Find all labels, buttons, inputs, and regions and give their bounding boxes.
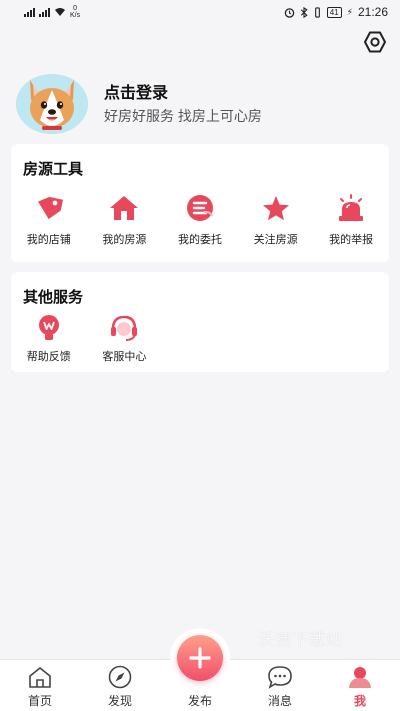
signal-icon [39, 7, 50, 17]
profile-slogan: 好房好服务 找房上可心房 [104, 108, 262, 124]
tool-my-store[interactable]: 我的店铺 [11, 194, 87, 247]
publish-button-wrap [170, 628, 230, 688]
service-label: 帮助反馈 [26, 351, 71, 363]
other-services-grid: 帮助反馈 客服中心 [11, 314, 389, 364]
plus-icon [189, 647, 211, 669]
avatar[interactable] [16, 74, 88, 134]
publish-button[interactable] [177, 635, 223, 681]
profile-header[interactable]: 点击登录 好房好服务 找房上可心房 [16, 72, 386, 136]
status-indicators: 0 K/s [24, 5, 80, 19]
alarm-icon [336, 194, 366, 222]
tag-icon [34, 194, 64, 222]
tool-followed-listings[interactable]: 关注房源 [238, 194, 314, 247]
battery-indicator: 41 [326, 6, 342, 18]
tool-label: 关注房源 [253, 234, 298, 246]
home-icon [27, 665, 53, 689]
settings-button[interactable] [362, 29, 388, 55]
service-help-feedback[interactable]: 帮助反馈 [11, 314, 87, 364]
tool-label: 我的店铺 [26, 234, 71, 246]
headset-icon [109, 314, 139, 342]
house-icon [109, 194, 139, 222]
lightbulb-icon [34, 314, 64, 342]
status-right: 41 ⚡ 21:26 [284, 5, 388, 19]
settings-icon [364, 31, 386, 53]
wifi-icon [55, 8, 65, 16]
tool-my-reports[interactable]: 我的举报 [313, 194, 389, 247]
tab-messages[interactable]: 消息 [240, 660, 320, 711]
network-speed: 0 K/s [70, 5, 80, 19]
tool-label: 我的举报 [329, 234, 374, 246]
bluetooth-icon [300, 6, 308, 18]
tab-me[interactable]: 我 [320, 660, 400, 711]
clock: 21:26 [357, 5, 388, 19]
star-icon [261, 194, 291, 222]
speed-unit: K/s [70, 12, 81, 19]
other-services-title: 其他服务 [23, 289, 84, 306]
signal-icon [24, 7, 35, 17]
service-customer-center[interactable]: 客服中心 [87, 314, 163, 364]
tab-home[interactable]: 首页 [0, 660, 80, 711]
house-tools-title: 房源工具 [23, 161, 84, 178]
tab-label: 发现 [107, 694, 132, 708]
tab-label: 首页 [27, 694, 52, 708]
house-tools-grid: 我的店铺 我的房源 我的委托 关注房源 我的举报 [11, 194, 389, 247]
login-title[interactable]: 点击登录 [104, 83, 262, 105]
service-label: 客服中心 [102, 351, 147, 363]
alarm-clock-icon [284, 7, 295, 18]
tab-label: 发布 [187, 694, 212, 708]
watermark: 沃捷下载站 [258, 632, 344, 649]
tool-label: 我的委托 [177, 234, 222, 246]
vibrate-icon [314, 6, 320, 18]
tool-label: 我的房源 [102, 234, 147, 246]
tab-discover[interactable]: 发现 [80, 660, 160, 711]
profile-text: 点击登录 好房好服务 找房上可心房 [104, 83, 262, 125]
status-bar: 0 K/s 41 ⚡ 21:26 [0, 0, 400, 24]
user-icon [347, 665, 373, 689]
tab-label: 消息 [267, 694, 292, 708]
speed-value: 0 [73, 5, 78, 12]
tab-label: 我 [353, 694, 366, 708]
house-tools-card: 房源工具 我的店铺 我的房源 我的委托 关注房源 我的举报 [11, 144, 389, 262]
tool-my-entrust[interactable]: 我的委托 [162, 194, 238, 247]
other-services-card: 其他服务 帮助反馈 客服中心 [11, 272, 389, 372]
tool-my-listings[interactable]: 我的房源 [87, 194, 163, 247]
entrust-icon [185, 194, 215, 222]
charging-icon: ⚡ [346, 6, 353, 17]
compass-icon [107, 665, 133, 689]
chat-icon [267, 665, 293, 689]
corgi-avatar-icon [16, 74, 88, 134]
